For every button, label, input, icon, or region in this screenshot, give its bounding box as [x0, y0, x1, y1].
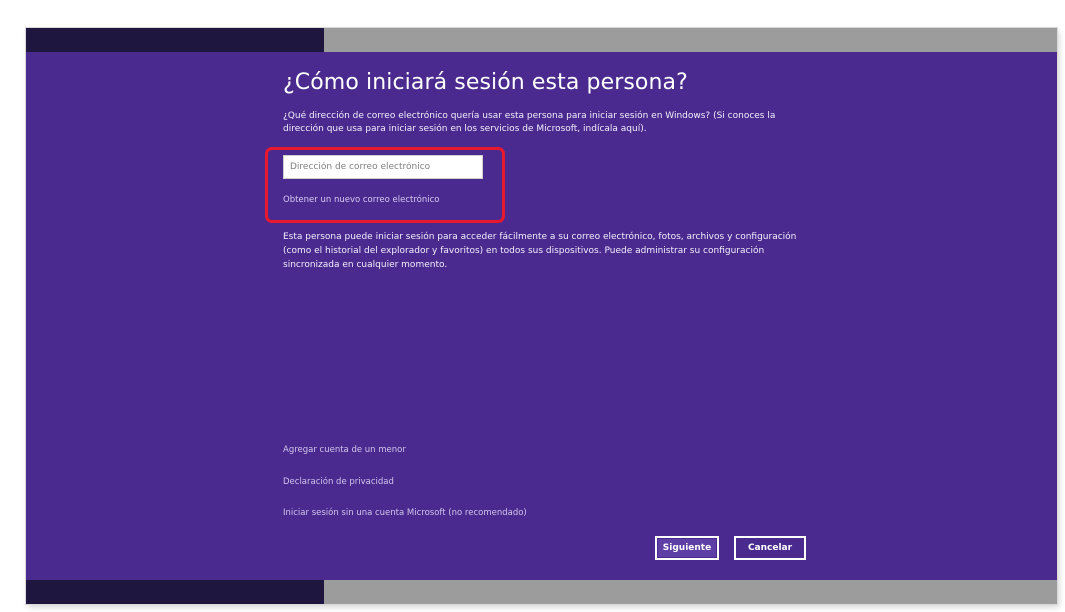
bottom-band-dark — [26, 580, 324, 604]
page-title: ¿Cómo iniciará sesión esta persona? — [283, 70, 688, 95]
top-band-dark — [26, 28, 324, 52]
privacy-statement-link[interactable]: Declaración de privacidad — [283, 477, 394, 487]
bottom-band — [26, 580, 1057, 604]
screenshot-frame: ¿Cómo iniciará sesión esta persona? ¿Qué… — [0, 0, 1065, 612]
local-account-link[interactable]: Iniciar sesión sin una cuenta Microsoft … — [283, 508, 527, 518]
intro-text: ¿Qué dirección de correo electrónico que… — [283, 111, 776, 134]
email-field[interactable] — [283, 155, 483, 179]
next-button[interactable]: Siguiente — [655, 536, 719, 560]
bottom-band-gray — [324, 580, 1057, 604]
cancel-button[interactable]: Cancelar — [734, 536, 806, 560]
top-band-gray — [324, 28, 1057, 52]
add-user-screen: ¿Cómo iniciará sesión esta persona? ¿Qué… — [26, 28, 1057, 604]
get-new-email-link[interactable]: Obtener un nuevo correo electrónico — [283, 195, 440, 205]
add-child-account-link[interactable]: Agregar cuenta de un menor — [283, 445, 406, 455]
top-band — [26, 28, 1057, 52]
description-text: Esta persona puede iniciar sesión para a… — [283, 232, 797, 270]
